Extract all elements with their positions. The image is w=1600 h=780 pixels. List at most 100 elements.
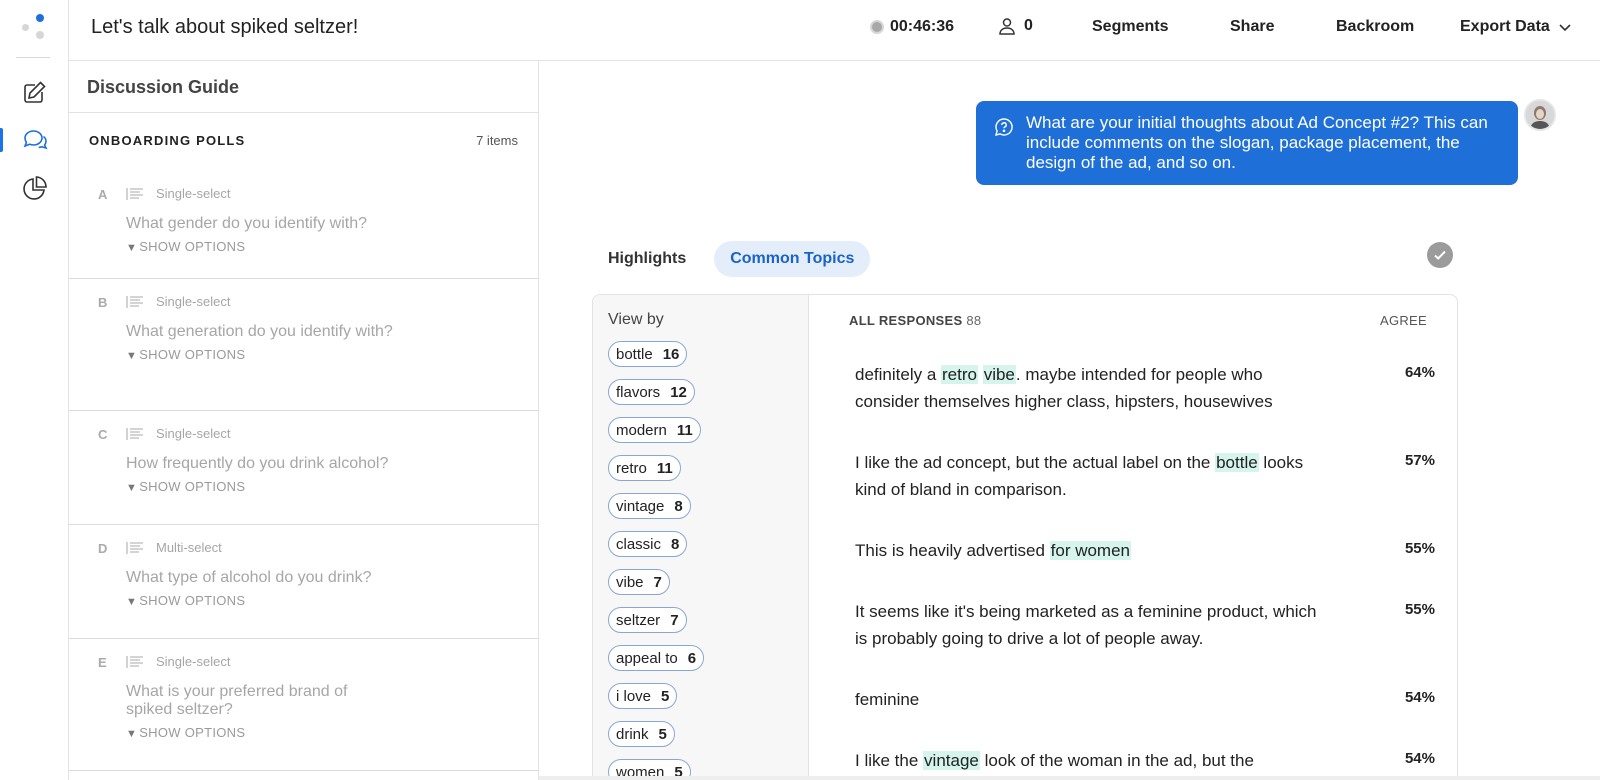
section-count: 7 items <box>476 133 518 148</box>
discussion-guide-title: Discussion Guide <box>69 61 538 113</box>
agree-percent: 55% <box>1404 540 1435 557</box>
topic-chip-count: 11 <box>676 421 693 439</box>
response-list: definitely a retro vibe. maybe intended … <box>855 361 1435 780</box>
topic-chip[interactable]: vintage 8 <box>608 493 691 519</box>
topic-chip[interactable]: classic 8 <box>608 531 688 557</box>
topic-chip[interactable]: bottle 16 <box>608 341 688 367</box>
question-text: What gender do you identify with? <box>126 215 368 232</box>
guide-question[interactable]: A Single-select What gender do you ident… <box>69 171 538 279</box>
complete-check-button[interactable] <box>1427 242 1453 268</box>
question-text: What generation do you identify with? <box>126 323 393 340</box>
topic-chip-count: 5 <box>658 725 667 743</box>
segments-button[interactable]: Segments <box>1092 18 1168 36</box>
question-type: Multi-select <box>126 525 538 555</box>
topic-chip[interactable]: i love 5 <box>608 683 678 709</box>
edit-icon <box>23 81 46 103</box>
list-lines-icon <box>126 187 143 200</box>
prompt-text: What are your initial thoughts about Ad … <box>1026 113 1488 172</box>
tab-highlights[interactable]: Highlights <box>592 241 702 277</box>
agree-percent: 54% <box>1404 750 1435 767</box>
list-lines-icon <box>126 655 143 668</box>
common-topics-card: View by bottle 16 flavors 12 modern 11 retro 11… <box>592 294 1458 780</box>
guide-question[interactable]: B Single-select What generation do you i… <box>69 279 538 411</box>
share-button[interactable]: Share <box>1230 18 1274 36</box>
topic-chip-count: 8 <box>671 535 680 553</box>
topic-chip-label: seltzer <box>616 611 661 629</box>
response-row[interactable]: feminine 54% <box>855 686 1435 713</box>
topic-chip[interactable]: retro 11 <box>608 455 681 481</box>
response-row[interactable]: I like the ad concept, but the actual la… <box>855 449 1435 503</box>
topic-chip[interactable]: seltzer 7 <box>608 607 687 633</box>
highlighted-term: vibe <box>982 365 1016 384</box>
question-letter: C <box>98 427 108 442</box>
chevron-down-icon <box>1559 24 1571 32</box>
export-data-label: Export Data <box>1460 18 1550 35</box>
response-row[interactable]: This is heavily advertised for women 55% <box>855 537 1435 564</box>
topic-chip-label: classic <box>616 535 662 553</box>
topic-chip-count: 5 <box>661 687 670 705</box>
question-letter: D <box>98 541 108 556</box>
agree-percent: 54% <box>1404 689 1435 706</box>
topic-chip-count: 7 <box>670 611 679 629</box>
question-letter: A <box>98 187 108 202</box>
participant-count-value: 0 <box>1024 17 1033 34</box>
response-fragment <box>978 365 983 384</box>
backroom-button[interactable]: Backroom <box>1336 18 1414 36</box>
rail-edit-button[interactable] <box>0 72 69 112</box>
rail-analytics-button[interactable] <box>0 168 69 208</box>
question-type: Single-select <box>126 279 538 309</box>
topic-chip[interactable]: drink 5 <box>608 721 675 747</box>
horizontal-scrollbar[interactable] <box>539 776 1600 780</box>
highlighted-term: retro <box>941 365 978 384</box>
results-tabs: Highlights Common Topics <box>592 241 871 277</box>
show-options-link[interactable]: SHOW OPTIONS <box>126 725 538 740</box>
show-options-link[interactable]: SHOW OPTIONS <box>126 347 538 362</box>
question-text: What is your preferred brand of spiked s… <box>126 683 348 718</box>
topic-chip[interactable]: appeal to 6 <box>608 645 705 671</box>
show-options-link[interactable]: SHOW OPTIONS <box>126 593 538 608</box>
discussion-guide-panel: Discussion Guide ONBOARDING POLLS 7 item… <box>69 61 539 780</box>
list-lines-icon <box>126 541 143 554</box>
guide-question[interactable]: C Single-select How frequently do you dr… <box>69 411 538 525</box>
pie-chart-icon <box>22 176 47 200</box>
list-lines-icon <box>126 295 143 308</box>
question-text: What type of alcohol do you drink? <box>126 569 372 586</box>
response-fragment: This is heavily advertised <box>855 541 1050 560</box>
response-text: definitely a retro vibe. maybe intended … <box>855 361 1325 415</box>
topic-chip[interactable]: vibe 7 <box>608 569 670 595</box>
rail-discussion-button[interactable] <box>0 120 69 160</box>
all-responses-header: ALL RESPONSES 88 <box>849 313 982 328</box>
topic-chip-list: bottle 16 flavors 12 modern 11 retro 11 vintage 8… <box>608 341 793 780</box>
list-lines-icon <box>126 427 143 440</box>
response-fragment: feminine <box>855 690 920 709</box>
question-type: Single-select <box>126 171 538 201</box>
topic-chip[interactable]: modern 11 <box>608 417 701 443</box>
response-text: I like the ad concept, but the actual la… <box>855 449 1325 503</box>
topic-chip-count: 8 <box>674 497 683 515</box>
topic-chip-label: bottle <box>616 345 653 363</box>
export-data-dropdown[interactable]: Export Data <box>1460 18 1572 36</box>
participant-count[interactable]: 0 <box>998 17 1033 35</box>
rail-divider <box>16 57 50 58</box>
guide-question[interactable]: D Multi-select What type of alcohol do y… <box>69 525 538 639</box>
tab-common-topics[interactable]: Common Topics <box>714 241 871 277</box>
highlighted-term: for women <box>1049 541 1132 560</box>
show-options-link[interactable]: SHOW OPTIONS <box>126 479 538 494</box>
response-row[interactable]: It seems like it's being marketed as a f… <box>855 598 1435 652</box>
topic-chip-count: 16 <box>662 345 680 363</box>
topic-chip[interactable]: flavors 12 <box>608 379 695 405</box>
moderator-avatar <box>1524 99 1556 131</box>
show-options-link[interactable]: SHOW OPTIONS <box>126 239 538 254</box>
topic-chip-label: modern <box>616 421 667 439</box>
response-row[interactable]: definitely a retro vibe. maybe intended … <box>855 361 1435 415</box>
topic-chip-count: 6 <box>687 649 697 667</box>
view-by-label: View by <box>608 311 664 328</box>
topic-chip-label: vibe <box>616 573 644 591</box>
guide-question[interactable]: E Single-select What is your preferred b… <box>69 639 538 771</box>
view-by-panel: View by bottle 16 flavors 12 modern 11 retro 11… <box>593 295 809 780</box>
response-row[interactable]: I like the vintage look of the woman in … <box>855 747 1435 774</box>
response-fragment: I like the ad concept, but the actual la… <box>855 453 1216 472</box>
agree-header: AGREE <box>1379 313 1427 328</box>
topic-chip-count: 11 <box>656 459 673 477</box>
section-header[interactable]: ONBOARDING POLLS 7 items <box>69 113 538 171</box>
